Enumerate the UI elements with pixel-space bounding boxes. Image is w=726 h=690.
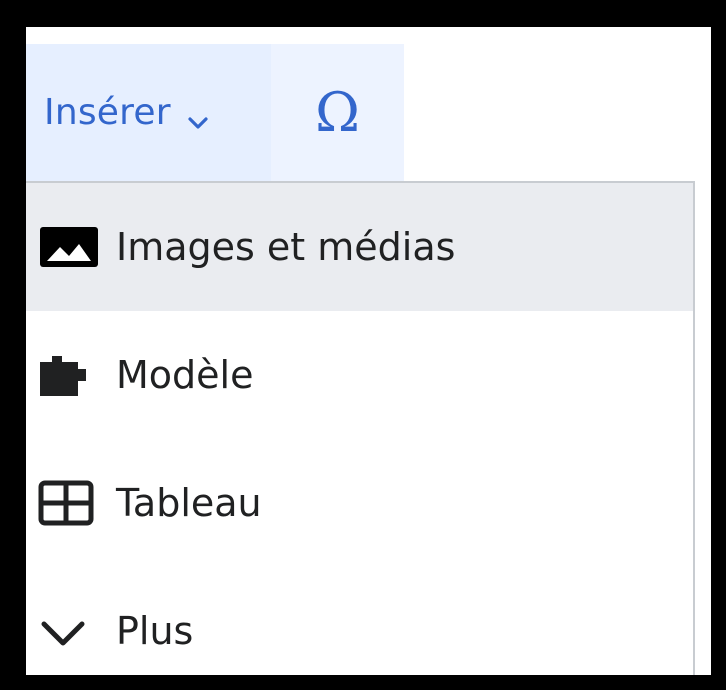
puzzle-icon xyxy=(38,352,104,398)
insert-menu-label: Insérer xyxy=(44,92,171,133)
image-icon xyxy=(38,224,104,270)
insert-dropdown-menu: Images et médias Modèle Tableau Plus xyxy=(26,181,695,675)
menu-item-table[interactable]: Tableau xyxy=(26,439,693,567)
menu-item-label: Tableau xyxy=(116,481,262,525)
editor-toolbar-area: Insérer Ω Images et médias Modèle Tablea… xyxy=(26,27,711,675)
chevron-down-icon xyxy=(187,102,209,129)
menu-item-label: Images et médias xyxy=(116,225,456,269)
menu-item-label: Modèle xyxy=(116,353,254,397)
menu-item-images-media[interactable]: Images et médias xyxy=(26,183,693,311)
insert-menu-button[interactable]: Insérer xyxy=(26,44,271,181)
chevron-down-icon xyxy=(38,608,104,654)
omega-icon: Ω xyxy=(315,81,360,144)
toolbar: Insérer Ω xyxy=(26,44,404,181)
special-character-button[interactable]: Ω xyxy=(271,44,404,181)
menu-item-label: Plus xyxy=(116,609,194,653)
table-icon xyxy=(38,480,104,526)
menu-item-template[interactable]: Modèle xyxy=(26,311,693,439)
menu-item-more[interactable]: Plus xyxy=(26,567,693,675)
